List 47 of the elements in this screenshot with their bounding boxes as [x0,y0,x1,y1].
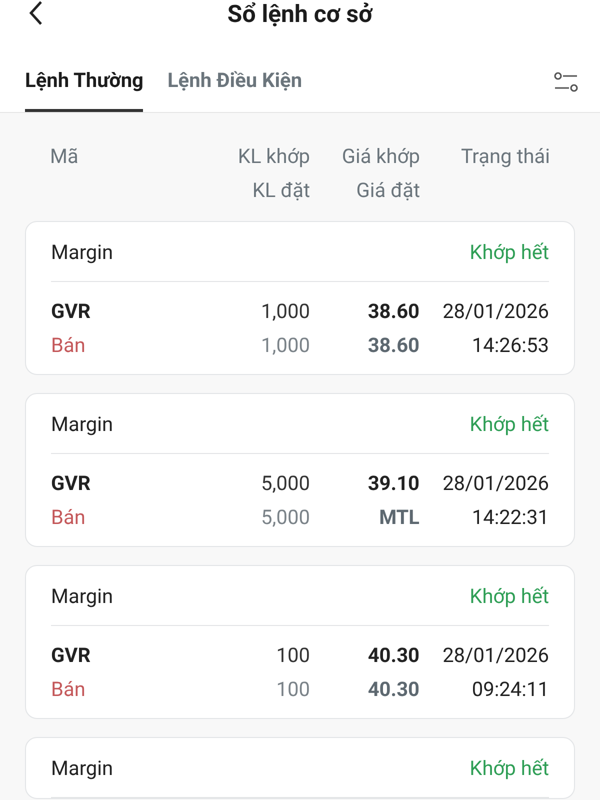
order-date: 28/01/2026 [442,298,549,325]
column-header: KL khớp [238,143,310,170]
order-date: 28/01/2026 [442,470,549,497]
matched-quantity: 5,000 [260,470,310,497]
account-type: Margin [51,754,114,782]
account-type: Margin [51,582,114,610]
order-side: Bán [51,504,86,531]
matched-quantity: 1,000 [260,298,310,325]
tab[interactable]: Lệnh Thường [25,65,144,112]
order-card[interactable]: Margin Khớp hết [25,737,575,799]
matched-price: 39.10 [366,470,420,497]
filter-icon[interactable] [554,72,578,92]
matched-price: 38.60 [366,298,420,325]
order-time: 09:24:11 [470,676,549,703]
order-status: Khớp hết [470,238,549,266]
matched-quantity: 100 [275,642,310,669]
order-quantity: 1,000 [260,332,310,359]
column-header: Giá khớp [342,143,420,170]
order-side: Bán [51,332,86,359]
page-title: Sổ lệnh cơ sở [227,0,373,30]
order-side: Bán [51,676,86,703]
account-type: Margin [51,410,114,438]
column-header: Mã [50,143,80,170]
matched-price: 40.30 [366,642,420,669]
column-header: KL đặt [252,177,310,204]
order-card[interactable]: Margin Khớp hết GVR 5,000 39.10 28/01/2026 Bán 5,000 MTL 14:22:31 [25,393,575,547]
order-price: 38.60 [366,332,420,359]
account-type: Margin [51,238,114,266]
column-header: Trạng thái [460,143,550,170]
order-date: 28/01/2026 [442,642,549,669]
order-status: Khớp hết [470,754,549,782]
column-header: Giá đặt [356,177,420,204]
order-time: 14:26:53 [470,332,549,359]
order-status: Khớp hết [470,410,549,438]
stock-code: GVR [51,470,92,497]
order-card[interactable]: Margin Khớp hết GVR 100 40.30 28/01/2026 Bán 100 40.30 09:24:11 [25,565,575,719]
order-card[interactable]: Margin Khớp hết GVR 1,000 38.60 28/01/2026 Bán 1,000 38.60 14:26:53 [25,221,575,375]
order-status: Khớp hết [470,582,549,610]
stock-code: GVR [51,298,92,325]
order-price: MTL [378,504,420,531]
order-quantity: 100 [275,676,310,703]
order-price: 40.30 [366,676,420,703]
tab[interactable]: Lệnh Điều Kiện [167,65,302,112]
order-time: 14:22:31 [470,504,549,531]
order-quantity: 5,000 [260,504,310,531]
stock-code: GVR [51,642,92,669]
back-icon[interactable] [28,0,44,26]
